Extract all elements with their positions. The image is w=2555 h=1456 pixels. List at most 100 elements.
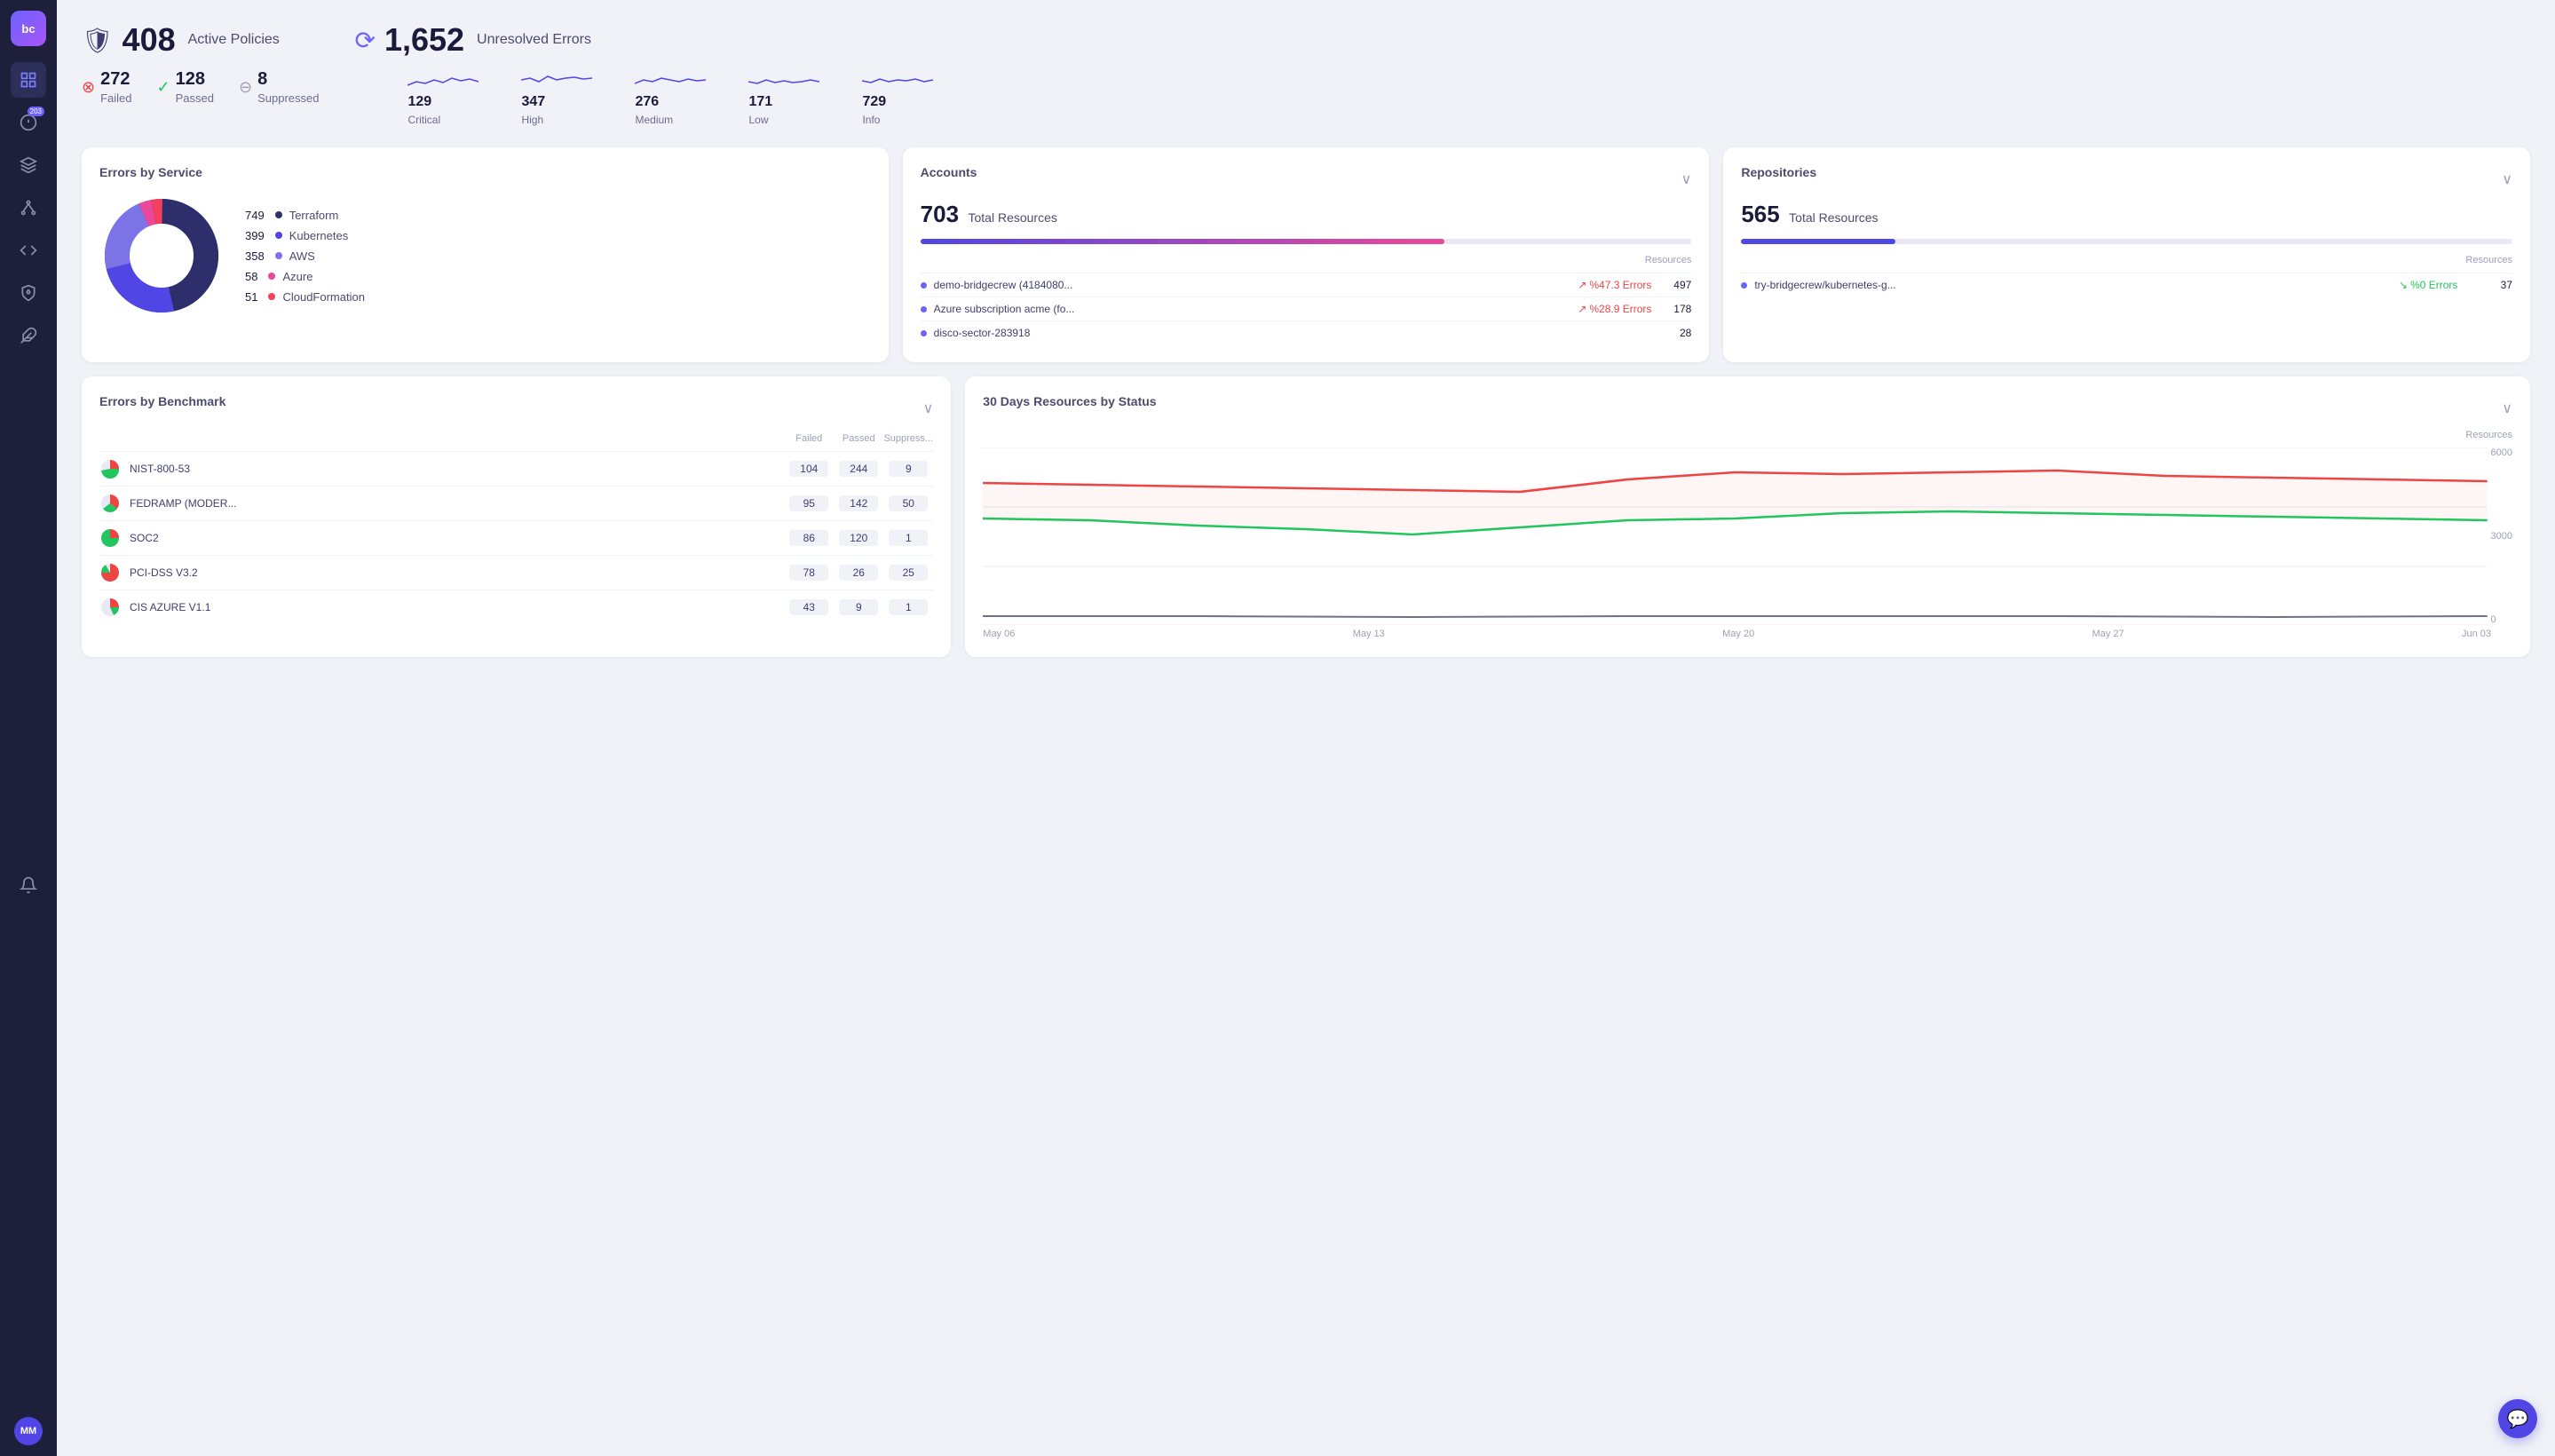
chart-y-labels: 6000 3000 0 xyxy=(2491,447,2512,625)
info-name: Info xyxy=(862,114,933,126)
severity-info: 729 Info xyxy=(862,69,933,126)
benchmark-card-header: Errors by Benchmark ∨ xyxy=(99,394,933,423)
unresolved-errors-label: Unresolved Errors xyxy=(477,32,591,48)
active-policies-label: Active Policies xyxy=(188,32,280,48)
benchmark-table: Failed Passed Suppress... NIST-800-53 10… xyxy=(99,430,933,624)
benchmark-row-soc2: SOC2 86 120 1 xyxy=(99,520,933,555)
sidebar-item-deploy[interactable] xyxy=(11,147,46,183)
account-count-3: 28 xyxy=(1665,327,1691,339)
accounts-card: Accounts ∨ 703 Total Resources Resources… xyxy=(903,147,1710,362)
accounts-table-header: Resources xyxy=(921,255,1692,265)
sidebar-item-integrations[interactable] xyxy=(11,318,46,353)
accounts-progress-fill xyxy=(921,239,1445,244)
unresolved-errors-group: ⟳ 1,652 Unresolved Errors 129 Critical xyxy=(354,21,2530,126)
accounts-total-row: 703 Total Resources xyxy=(921,201,1692,228)
suppressed-count: 8 xyxy=(257,69,319,90)
sidebar-item-dashboard[interactable] xyxy=(11,62,46,98)
failed-count: 272 xyxy=(100,69,131,90)
severity-high: 347 High xyxy=(521,69,592,126)
errors-by-service-card: Errors by Service xyxy=(82,147,889,362)
medium-sparkline xyxy=(635,69,706,91)
repo-errors-1: ↘ %0 Errors xyxy=(2399,279,2479,291)
failed-label: Failed xyxy=(100,91,131,105)
account-dot-2 xyxy=(921,306,927,313)
account-dot-1 xyxy=(921,282,927,289)
errors-icon: ⟳ xyxy=(354,26,375,55)
sidebar-item-alerts[interactable]: 203 xyxy=(11,105,46,140)
critical-sparkline xyxy=(407,69,479,91)
severity-low: 171 Low xyxy=(748,69,819,126)
legend-terraform: 749 Terraform xyxy=(245,209,365,222)
repositories-card-header: Repositories ∨ xyxy=(1741,165,2512,194)
benchmark-title: Errors by Benchmark xyxy=(99,394,225,408)
benchmark-row-fedramp: FEDRAMP (MODER... 95 142 50 xyxy=(99,486,933,520)
repositories-card: Repositories ∨ 565 Total Resources Resou… xyxy=(1723,147,2530,362)
medium-count: 276 xyxy=(635,94,706,110)
account-name-2: Azure subscription acme (fo... xyxy=(934,303,1571,315)
account-count-1: 497 xyxy=(1665,279,1691,291)
repositories-table-header: Resources xyxy=(1741,255,2512,265)
status-chart: 6000 3000 0 xyxy=(983,447,2512,625)
suppressed-icon: ⊖ xyxy=(239,78,252,97)
failed-icon: ⊗ xyxy=(82,78,95,97)
resources-col-label: Resources xyxy=(983,430,2512,440)
benchmark-collapse-btn[interactable]: ∨ xyxy=(923,400,934,417)
active-policies-main: 🛡 408 Active Policies xyxy=(82,21,319,59)
sidebar-item-code[interactable] xyxy=(11,233,46,268)
low-sparkline xyxy=(748,69,819,91)
sidebar-item-notifications[interactable] xyxy=(11,867,46,903)
accounts-collapse-btn[interactable]: ∨ xyxy=(1681,170,1692,188)
account-errors-1: ↗ %47.3 Errors xyxy=(1578,279,1657,291)
sidebar-item-security[interactable] xyxy=(11,275,46,311)
high-count: 347 xyxy=(521,94,592,110)
active-policies-number: 408 xyxy=(123,21,176,59)
bottom-row: Errors by Benchmark ∨ Failed Passed Supp… xyxy=(82,376,2530,657)
chart-x-labels: May 06 May 13 May 20 May 27 Jun 03 xyxy=(983,629,2512,639)
critical-name: Critical xyxy=(407,114,479,126)
app-logo[interactable]: bc xyxy=(11,11,46,46)
alert-badge: 203 xyxy=(28,107,44,116)
repo-dot-1 xyxy=(1741,282,1747,289)
info-count: 729 xyxy=(862,94,933,110)
benchmark-row-pcidss: PCI-DSS V3.2 78 26 25 xyxy=(99,555,933,590)
sidebar-item-network[interactable] xyxy=(11,190,46,226)
passed-count: 128 xyxy=(176,69,214,90)
active-policies-group: 🛡 408 Active Policies ⊗ 272 Failed ✓ 128 xyxy=(82,21,319,126)
passed-label: Passed xyxy=(176,91,214,105)
legend-azure: 58 Azure xyxy=(245,270,365,283)
user-avatar[interactable]: MM xyxy=(14,1417,43,1445)
legend-kubernetes: 399 Kubernetes xyxy=(245,229,365,242)
repositories-total: 565 xyxy=(1741,201,1779,227)
failed-stat: ⊗ 272 Failed xyxy=(82,69,132,105)
medium-name: Medium xyxy=(635,114,706,126)
resources-status-card: 30 Days Resources by Status ∨ Resources xyxy=(965,376,2530,657)
unresolved-errors-number: 1,652 xyxy=(384,21,464,59)
resources-status-collapse[interactable]: ∨ xyxy=(2502,400,2512,417)
repositories-collapse-btn[interactable]: ∨ xyxy=(2502,170,2512,188)
benchmark-table-header: Failed Passed Suppress... xyxy=(99,430,933,447)
account-name-3: disco-sector-283918 xyxy=(934,327,1571,339)
cards-row: Errors by Service xyxy=(82,147,2530,362)
repo-row-1: try-bridgecrew/kubernetes-g... ↘ %0 Erro… xyxy=(1741,273,2512,297)
repositories-progress-fill xyxy=(1741,239,1895,244)
resources-status-header: 30 Days Resources by Status ∨ xyxy=(983,394,2512,423)
account-row-1: demo-bridgecrew (4184080... ↗ %47.3 Erro… xyxy=(921,273,1692,297)
account-name-1: demo-bridgecrew (4184080... xyxy=(934,279,1571,291)
low-name: Low xyxy=(748,114,819,126)
policies-icon: 🛡 xyxy=(82,26,114,55)
severity-medium: 276 Medium xyxy=(635,69,706,126)
service-legend: 749 Terraform 399 Kubernetes 358 AWS xyxy=(245,209,365,304)
accounts-total-label: Total Resources xyxy=(969,210,1057,225)
accounts-card-header: Accounts ∨ xyxy=(921,165,1692,194)
chat-fab-button[interactable]: 💬 xyxy=(2498,1399,2537,1438)
severity-row: 129 Critical 347 High xyxy=(407,69,2530,126)
low-count: 171 xyxy=(748,94,819,110)
benchmark-row-cisazure: CIS AZURE V1.1 43 9 1 xyxy=(99,590,933,624)
bench-name-fedramp: FEDRAMP (MODER... xyxy=(130,497,784,510)
chart-area xyxy=(983,447,2488,625)
passed-stat: ✓ 128 Passed xyxy=(157,69,214,105)
unresolved-errors-main: ⟳ 1,652 Unresolved Errors xyxy=(354,21,2530,59)
account-dot-3 xyxy=(921,330,927,336)
high-name: High xyxy=(521,114,592,126)
high-sparkline xyxy=(521,69,592,91)
